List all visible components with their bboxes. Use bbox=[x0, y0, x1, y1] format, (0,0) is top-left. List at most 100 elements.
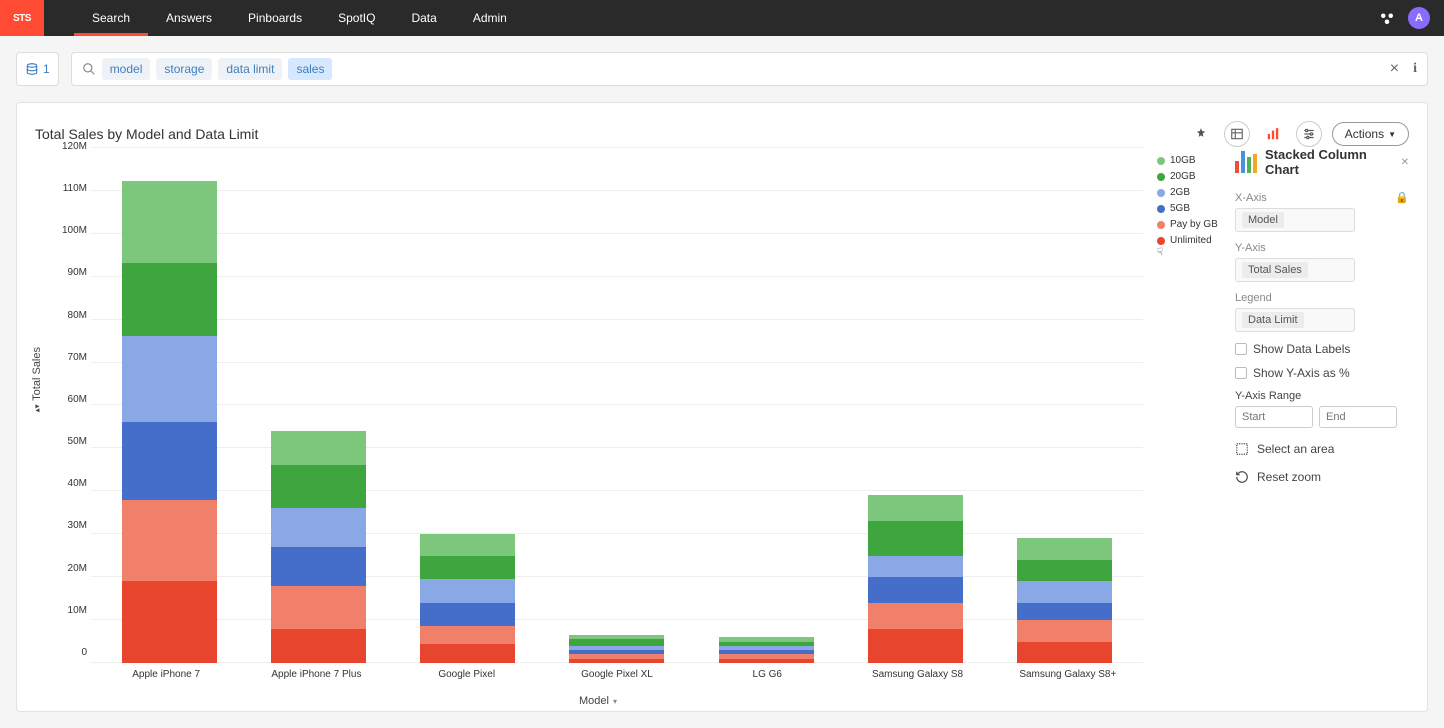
bar-segment[interactable] bbox=[122, 422, 217, 499]
legend-label: 20GB bbox=[1170, 171, 1196, 182]
chart-view-icon[interactable] bbox=[1260, 121, 1286, 147]
bar-segment[interactable] bbox=[122, 336, 217, 422]
bar-group[interactable] bbox=[841, 147, 990, 663]
nav-item-admin[interactable]: Admin bbox=[455, 0, 525, 36]
bar-segment[interactable] bbox=[1017, 560, 1112, 581]
bar-group[interactable] bbox=[393, 147, 542, 663]
bar-group[interactable] bbox=[244, 147, 393, 663]
avatar[interactable]: A bbox=[1408, 7, 1430, 29]
bar-segment[interactable] bbox=[868, 556, 963, 577]
actions-button[interactable]: Actions ▼ bbox=[1332, 122, 1409, 146]
close-icon[interactable]: ✕ bbox=[1401, 157, 1409, 168]
bar-segment[interactable] bbox=[1017, 620, 1112, 641]
bar-segment[interactable] bbox=[868, 603, 963, 629]
chevron-down-icon: ▼ bbox=[1388, 130, 1396, 139]
xtick: LG G6 bbox=[692, 663, 842, 691]
bar-segment[interactable] bbox=[1017, 538, 1112, 559]
legend-item[interactable]: 2GB bbox=[1157, 187, 1219, 198]
cfg-xaxis-label: X-Axis 🔒 bbox=[1235, 191, 1409, 204]
search-token-storage[interactable]: storage bbox=[156, 58, 212, 80]
cfg-xaxis-chip: Model bbox=[1242, 212, 1284, 228]
legend-item[interactable]: 10GB bbox=[1157, 155, 1219, 166]
info-icon[interactable]: i bbox=[1413, 61, 1417, 77]
clear-search-icon[interactable]: × bbox=[1390, 60, 1399, 78]
stacked-bar bbox=[569, 635, 664, 663]
bar-segment[interactable] bbox=[1017, 642, 1112, 663]
legend-item[interactable]: Pay by GB bbox=[1157, 219, 1219, 230]
bar-segment[interactable] bbox=[420, 534, 515, 556]
legend-label: Pay by GB bbox=[1170, 219, 1218, 230]
cfg-yaxis-field[interactable]: Total Sales bbox=[1235, 258, 1355, 282]
bar-group[interactable] bbox=[542, 147, 691, 663]
bar-group[interactable] bbox=[95, 147, 244, 663]
data-source-pill[interactable]: 1 bbox=[16, 52, 59, 86]
bar-segment[interactable] bbox=[420, 603, 515, 627]
ytick: 40M bbox=[53, 479, 91, 489]
bar-segment[interactable] bbox=[1017, 603, 1112, 620]
stacked-bar bbox=[868, 495, 963, 663]
nav-item-answers[interactable]: Answers bbox=[148, 0, 230, 36]
legend-item[interactable]: 5GB bbox=[1157, 203, 1219, 214]
search-box[interactable]: model storage data limit sales × i bbox=[71, 52, 1428, 86]
bar-segment[interactable] bbox=[271, 547, 366, 586]
data-source-count: 1 bbox=[43, 62, 50, 76]
chart-plot[interactable]: 120M110M100M90M80M70M60M50M40M30M20M10M0… bbox=[53, 147, 1143, 691]
pin-icon[interactable] bbox=[1188, 121, 1214, 147]
ytick: 50M bbox=[53, 437, 91, 447]
cfg-reset-zoom[interactable]: Reset zoom bbox=[1235, 470, 1409, 484]
cfg-legend-field[interactable]: Data Limit bbox=[1235, 308, 1355, 332]
bar-segment[interactable] bbox=[420, 626, 515, 643]
bar-segment[interactable] bbox=[420, 644, 515, 663]
bar-segment[interactable] bbox=[122, 500, 217, 582]
bar-segment[interactable] bbox=[122, 181, 217, 263]
chart-bars bbox=[91, 147, 1143, 663]
bar-segment[interactable] bbox=[1017, 581, 1112, 602]
cfg-yrange-label: Y-Axis Range bbox=[1235, 390, 1409, 402]
share-icon[interactable] bbox=[1378, 9, 1396, 27]
bar-segment[interactable] bbox=[271, 508, 366, 547]
search-token-data-limit[interactable]: data limit bbox=[218, 58, 282, 80]
cfg-xaxis-field[interactable]: Model bbox=[1235, 208, 1355, 232]
search-token-sales[interactable]: sales bbox=[288, 58, 332, 80]
bar-segment[interactable] bbox=[271, 629, 366, 663]
legend-item[interactable]: 20GB bbox=[1157, 171, 1219, 182]
panel-header: Total Sales by Model and Data Limit Acti… bbox=[35, 121, 1409, 147]
search-token-model[interactable]: model bbox=[102, 58, 151, 80]
cfg-select-area[interactable]: Select an area bbox=[1235, 442, 1409, 456]
nav-item-search[interactable]: Search bbox=[74, 0, 148, 36]
bar-segment[interactable] bbox=[271, 431, 366, 465]
bar-segment[interactable] bbox=[868, 495, 963, 521]
y-axis-label[interactable]: ▴▾ Total Sales bbox=[31, 347, 43, 413]
ytick: 20M bbox=[53, 564, 91, 574]
nav-item-pinboards[interactable]: Pinboards bbox=[230, 0, 320, 36]
bar-segment[interactable] bbox=[122, 263, 217, 336]
bar-group[interactable] bbox=[692, 147, 841, 663]
cfg-show-y-pct[interactable]: Show Y-Axis as % bbox=[1235, 366, 1409, 380]
chart-legend: 10GB20GB2GB5GBPay by GBUnlimited☟ bbox=[1157, 155, 1219, 246]
bar-segment[interactable] bbox=[271, 465, 366, 508]
bar-segment[interactable] bbox=[868, 577, 963, 603]
nav-item-data[interactable]: Data bbox=[393, 0, 454, 36]
bar-group[interactable] bbox=[990, 147, 1139, 663]
brand-logo[interactable]: STS bbox=[0, 0, 44, 36]
bar-segment[interactable] bbox=[420, 556, 515, 580]
bar-segment[interactable] bbox=[868, 521, 963, 555]
stacked-bar bbox=[420, 534, 515, 663]
ytick: 90M bbox=[53, 268, 91, 278]
bar-segment[interactable] bbox=[271, 586, 366, 629]
table-view-icon[interactable] bbox=[1224, 121, 1250, 147]
cfg-show-data-labels[interactable]: Show Data Labels bbox=[1235, 342, 1409, 356]
legend-item[interactable]: Unlimited bbox=[1157, 235, 1219, 246]
nav-item-spotiq[interactable]: SpotIQ bbox=[320, 0, 393, 36]
ytick: 120M bbox=[53, 142, 91, 152]
top-nav: STS Search Answers Pinboards SpotIQ Data… bbox=[0, 0, 1444, 36]
bar-segment[interactable] bbox=[122, 581, 217, 663]
x-axis-label[interactable]: Model ▾ bbox=[53, 695, 1143, 707]
yrange-start-input[interactable] bbox=[1235, 406, 1313, 428]
bar-segment[interactable] bbox=[420, 579, 515, 603]
chart-config-icon[interactable] bbox=[1296, 121, 1322, 147]
lock-icon[interactable]: 🔒 bbox=[1395, 191, 1409, 204]
pointer-cursor-icon: ☟ bbox=[1157, 247, 1163, 258]
bar-segment[interactable] bbox=[868, 629, 963, 663]
yrange-end-input[interactable] bbox=[1319, 406, 1397, 428]
